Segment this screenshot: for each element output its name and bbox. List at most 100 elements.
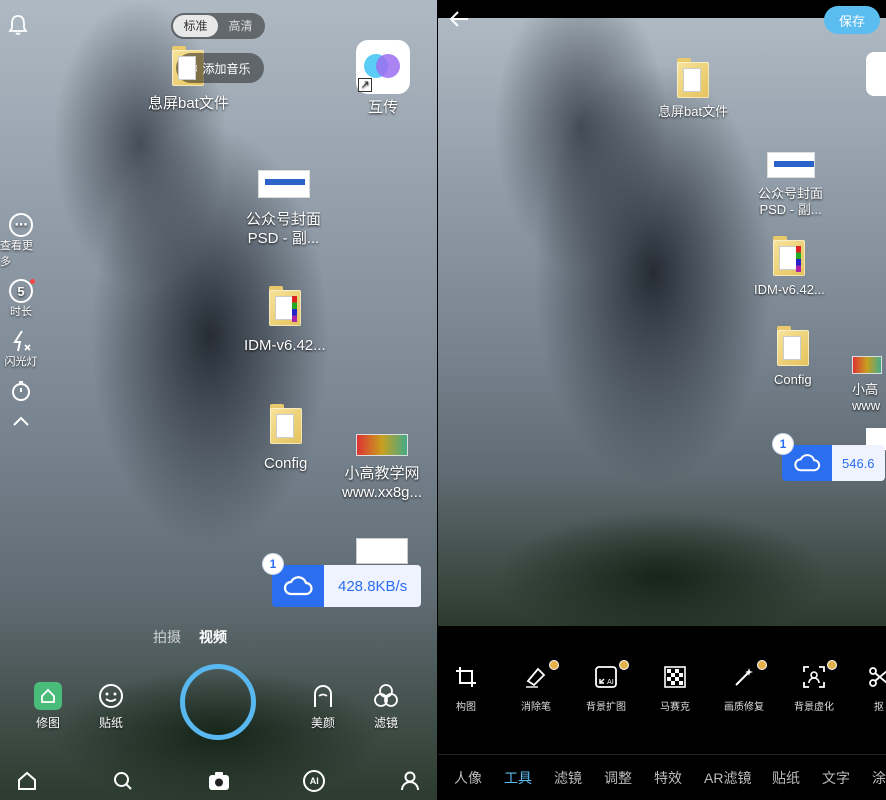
filter-button[interactable]: 滤镜 — [372, 682, 400, 731]
desktop-icon-label: 息屏bat文件 — [658, 104, 729, 119]
upload-count-badge: 1 — [772, 433, 794, 455]
tab-filter[interactable]: 滤镜 — [554, 768, 582, 788]
more-tool[interactable]: ⋯ 查看更多 — [0, 213, 42, 269]
desktop-icon-label: 息屏bat文件 — [148, 95, 229, 112]
tool-quality-fix[interactable]: 画质修复 — [709, 660, 779, 713]
camera-icon[interactable] — [206, 768, 232, 794]
tab-portrait[interactable]: 人像 — [454, 768, 482, 788]
desktop-icon-label: Config — [774, 372, 812, 387]
quality-standard-option[interactable]: 标准 — [173, 15, 218, 37]
side-toolbar: ⋯ 查看更多 5 时长 闪光灯 — [0, 213, 42, 439]
vip-badge-icon — [827, 660, 837, 670]
desktop-icon-label: 互传 — [367, 99, 398, 116]
desktop-icon-idm: IDM-v6.42... — [244, 286, 326, 355]
tab-tools[interactable]: 工具 — [504, 768, 532, 788]
home-icon[interactable] — [14, 768, 40, 794]
tool-eraser[interactable]: 消除笔 — [501, 660, 571, 713]
tab-paint[interactable]: 涂 — [872, 768, 886, 788]
edit-photo-button[interactable]: 修图 — [34, 682, 62, 731]
edit-label: 修图 — [35, 716, 60, 730]
vip-badge-icon — [757, 660, 767, 670]
tool-bg-expand[interactable]: AI 背景扩图 — [571, 660, 641, 713]
timer-duration-icon: 5 — [9, 279, 35, 303]
tab-adjust[interactable]: 调整 — [604, 768, 632, 788]
website-thumbnail-icon — [852, 356, 882, 374]
desktop-icon-hutrans: ↗ 互传 — [356, 40, 410, 117]
upload-speed-text: 546.6 — [832, 445, 885, 481]
beauty-button[interactable]: 美颜 — [309, 682, 337, 731]
flash-tool[interactable]: 闪光灯 — [5, 329, 38, 369]
more-dots-icon: ⋯ — [9, 213, 33, 237]
tab-sticker[interactable]: 贴纸 — [772, 768, 800, 788]
profile-icon[interactable] — [397, 768, 423, 794]
tool-label: 背景虚化 — [794, 702, 834, 713]
back-arrow-icon[interactable] — [446, 6, 472, 32]
add-music-label: 添加音乐 — [202, 61, 251, 76]
folder-icon — [268, 286, 301, 326]
search-icon[interactable] — [110, 768, 136, 794]
filter-label: 滤镜 — [373, 716, 398, 730]
face-beauty-icon — [309, 682, 337, 710]
tool-crop[interactable]: 构图 — [438, 664, 501, 713]
tab-effects[interactable]: 特效 — [654, 768, 682, 788]
camera-panel: 标准 高清 息屏bat文件 ♫ 添加音乐 ↗ 互传 公众号封面 PSD - 副.… — [0, 0, 437, 800]
tool-cutout[interactable]: 抠 — [844, 664, 886, 713]
sticker-label: 贴纸 — [98, 716, 123, 730]
svg-text:AI: AI — [607, 678, 614, 686]
collapse-tool[interactable] — [10, 413, 32, 429]
editor-panel: 保存 息屏bat文件 公众号封面 PSD - 副... IDM-v6.42...… — [438, 0, 886, 800]
folder-icon — [677, 58, 710, 98]
more-label: 查看更多 — [0, 240, 33, 268]
duration-label: 时长 — [10, 306, 32, 318]
desktop-icon-label: 公众号封面 — [246, 211, 322, 228]
desktop-icon-label: 小高教学网 — [344, 465, 420, 482]
mode-photo[interactable]: 拍摄 — [153, 627, 181, 647]
tool-label: 画质修复 — [724, 702, 764, 713]
editor-top-bar: 保存 — [438, 0, 886, 40]
desktop-icon-config: Config — [264, 404, 307, 473]
vip-badge-icon — [619, 660, 629, 670]
tool-label: 构图 — [456, 702, 476, 713]
duration-tool[interactable]: 5 时长 — [9, 279, 35, 319]
desktop-icon-config: Config — [774, 326, 812, 388]
upload-speed-widget[interactable]: 1 546.6 — [772, 433, 885, 481]
hutrans-app-icon: ↗ — [356, 40, 410, 94]
mode-video[interactable]: 视频 — [199, 627, 227, 647]
flash-label: 闪光灯 — [4, 356, 38, 368]
desktop-icon-label: www.xx8g... — [342, 484, 423, 501]
save-button[interactable]: 保存 — [824, 6, 880, 34]
timer-tool[interactable] — [9, 379, 33, 403]
folder-icon — [776, 326, 809, 366]
editor-category-tabs: 人像 工具 滤镜 调整 特效 AR滤镜 贴纸 文字 涂 — [438, 766, 886, 790]
tool-bg-blur[interactable]: 背景虚化 — [779, 660, 849, 713]
quality-toggle[interactable]: 标准 高清 — [171, 13, 265, 39]
chevron-up-icon — [10, 413, 32, 429]
desktop-icon-label: www — [852, 398, 881, 413]
smiley-icon — [97, 682, 125, 710]
file-thumbnail-icon — [356, 538, 408, 564]
tool-mosaic[interactable]: 马赛克 — [640, 664, 710, 713]
upload-count-badge: 1 — [262, 553, 284, 575]
shutter-button[interactable] — [180, 664, 256, 740]
desktop-icon-label: IDM-v6.42... — [244, 337, 326, 354]
mosaic-icon — [662, 664, 688, 690]
desktop-icon-label: 小高 — [852, 382, 879, 397]
tool-label: 消除笔 — [521, 702, 551, 713]
upload-speed-text: 428.8KB/s — [324, 565, 422, 607]
desktop-icon-xiaogao: 小高 www — [852, 356, 882, 414]
ai-icon[interactable]: AI — [301, 768, 327, 794]
psd-thumbnail-icon — [766, 152, 815, 178]
desktop-icon-label: 公众号封面 — [758, 186, 824, 201]
quality-hd-option[interactable]: 高清 — [218, 15, 263, 37]
tab-ar-filter[interactable]: AR滤镜 — [704, 768, 751, 788]
upload-speed-widget[interactable]: 1 428.8KB/s — [262, 553, 422, 607]
bell-icon[interactable] — [8, 14, 28, 36]
psd-thumbnail-icon — [257, 170, 310, 198]
sticker-button[interactable]: 贴纸 — [97, 682, 125, 731]
category-divider — [438, 754, 886, 755]
flash-off-icon — [9, 329, 33, 353]
editor-tool-row: 构图 消除笔 AI 背景扩图 马赛克 画质修复 背景虚化 抠 — [438, 660, 886, 724]
tool-label: 背景扩图 — [586, 702, 626, 713]
tab-text[interactable]: 文字 — [822, 768, 850, 788]
folder-icon — [269, 404, 302, 444]
